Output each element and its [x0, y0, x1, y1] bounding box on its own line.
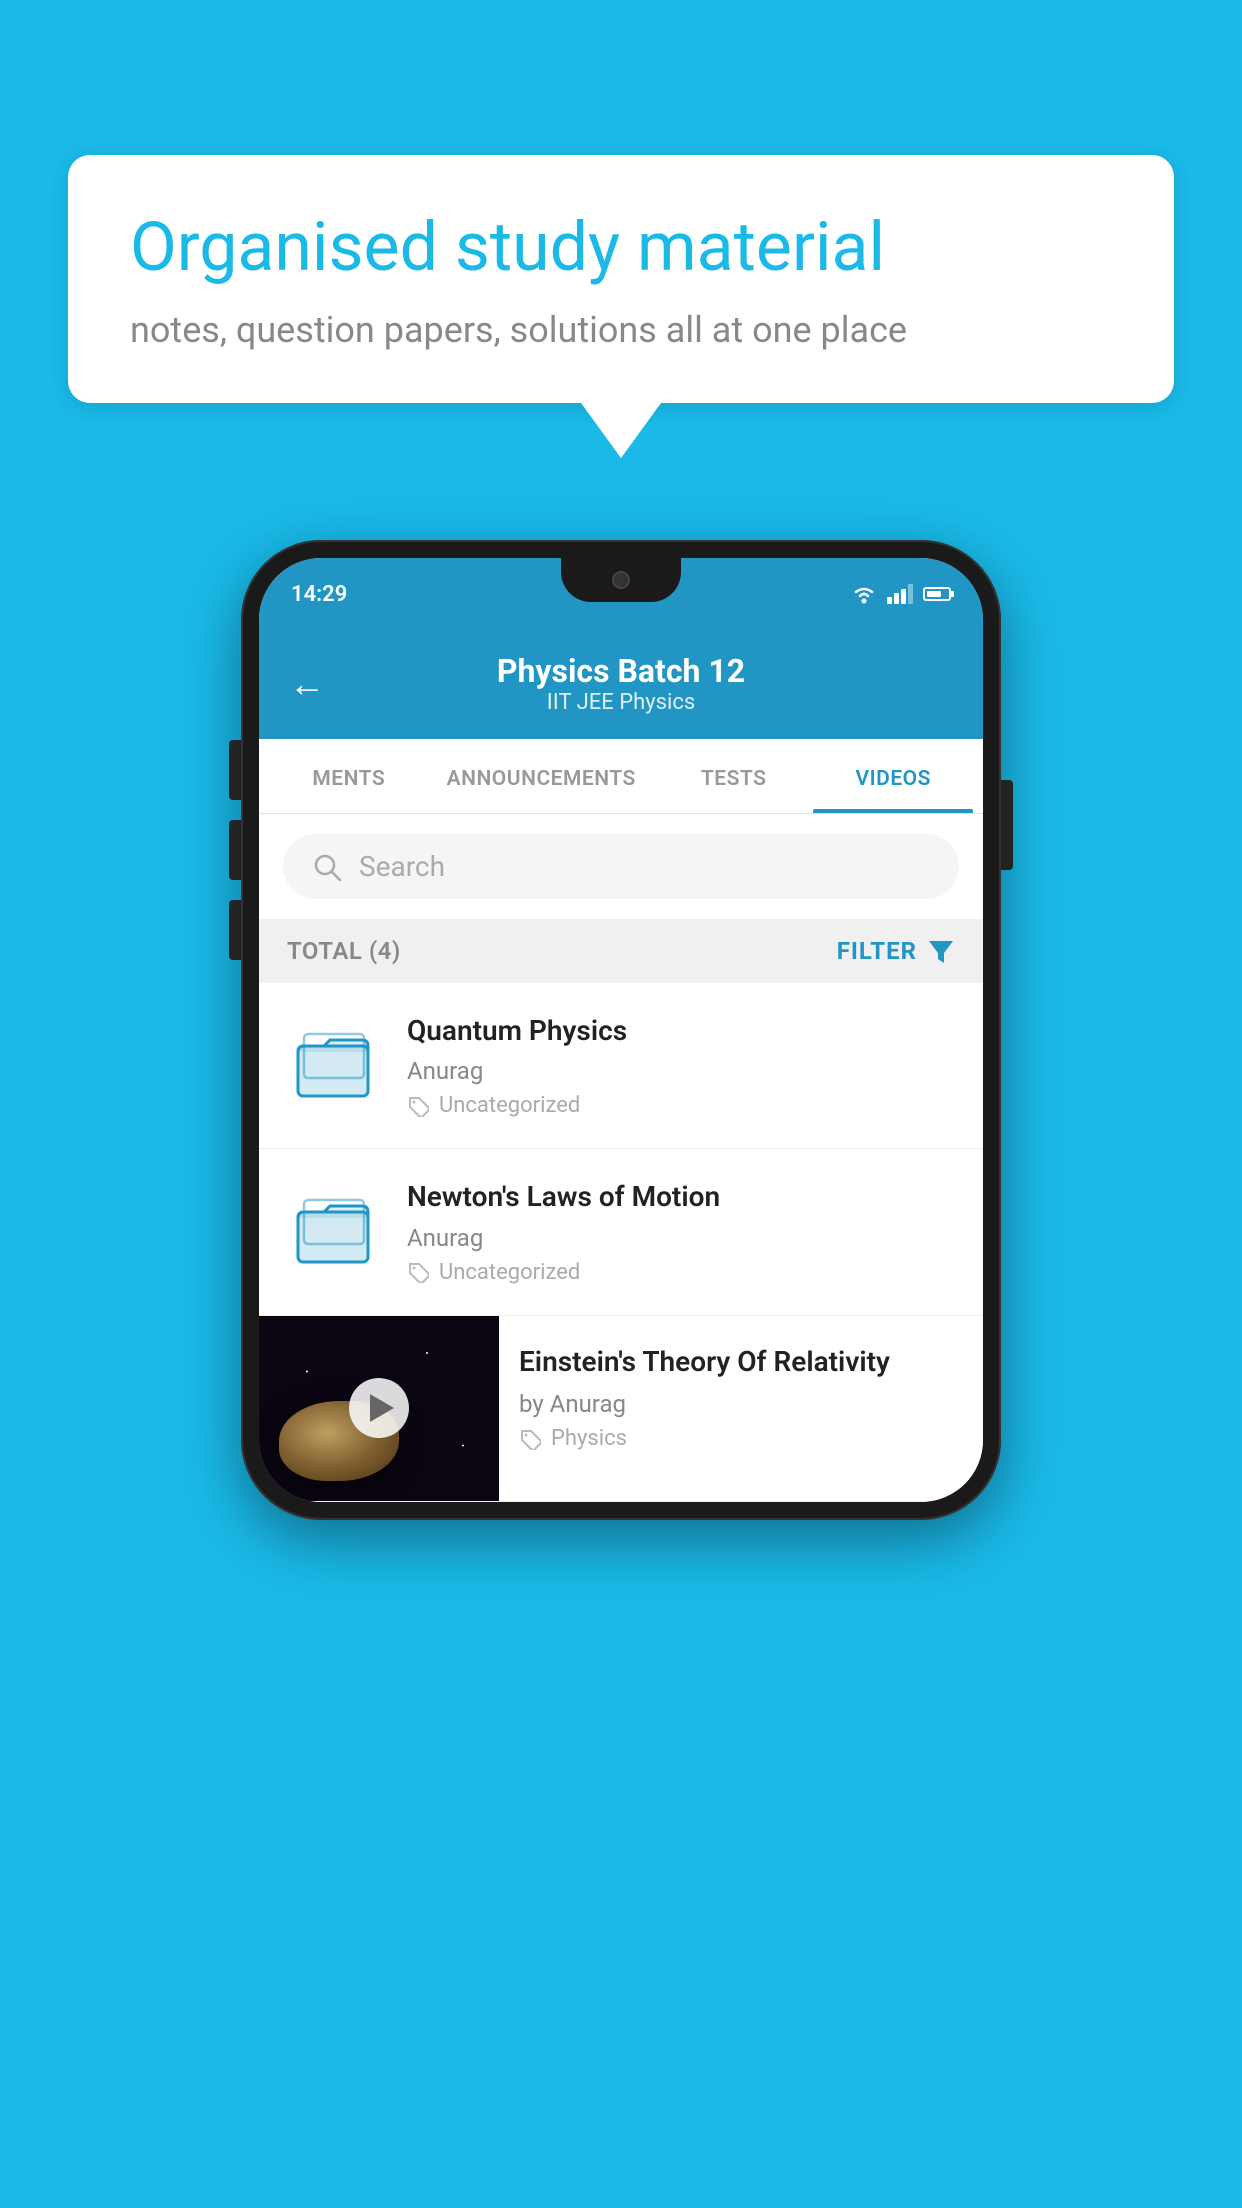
filter-label: FILTER	[837, 937, 917, 965]
tag-label: Uncategorized	[439, 1260, 580, 1285]
filter-button[interactable]: FILTER	[837, 937, 955, 965]
search-container: Search	[259, 814, 983, 919]
status-bar: 14:29	[259, 558, 983, 630]
tab-announcements[interactable]: ANNOUNCEMENTS	[429, 739, 654, 813]
video-info: Quantum Physics Anurag Uncategorized	[407, 1013, 959, 1118]
tab-tests[interactable]: TESTS	[654, 739, 814, 813]
search-icon	[311, 851, 343, 883]
tab-ments[interactable]: MENTS	[269, 739, 429, 813]
video-author: Anurag	[407, 1057, 959, 1085]
tag-icon	[407, 1261, 429, 1283]
tag-icon	[407, 1095, 429, 1117]
header-title: Physics Batch 12	[345, 652, 897, 690]
header-subtitle: IIT JEE Physics	[345, 690, 897, 715]
tag-label: Physics	[551, 1426, 627, 1451]
video-tag: Uncategorized	[407, 1260, 959, 1285]
speech-bubble-arrow	[581, 403, 661, 458]
filter-funnel-icon	[927, 937, 955, 965]
tabs-bar: MENTS ANNOUNCEMENTS TESTS VIDEOS	[259, 739, 983, 814]
speech-bubble-container: Organised study material notes, question…	[68, 155, 1174, 458]
back-button[interactable]: ←	[289, 663, 325, 705]
video-title: Newton's Laws of Motion	[407, 1179, 959, 1215]
search-placeholder: Search	[359, 850, 445, 883]
video-info: Einstein's Theory Of Relativity by Anura…	[499, 1316, 983, 1479]
play-icon	[370, 1394, 394, 1422]
wifi-icon	[851, 584, 877, 604]
tag-icon	[519, 1428, 541, 1450]
folder-icon-container	[283, 1179, 383, 1279]
phone-outer: 14:29	[241, 540, 1001, 1520]
folder-icon	[294, 1190, 372, 1268]
tab-videos[interactable]: VIDEOS	[813, 739, 973, 813]
status-time: 14:29	[291, 582, 347, 607]
video-author: Anurag	[407, 1224, 959, 1252]
list-item[interactable]: Quantum Physics Anurag Uncategorized	[259, 983, 983, 1149]
tag-label: Uncategorized	[439, 1093, 580, 1118]
app-header: ← Physics Batch 12 IIT JEE Physics	[259, 630, 983, 739]
header-title-block: Physics Batch 12 IIT JEE Physics	[345, 652, 897, 715]
notch-cutout	[561, 558, 681, 602]
filter-row: TOTAL (4) FILTER	[259, 919, 983, 983]
video-info: Newton's Laws of Motion Anurag Uncategor…	[407, 1179, 959, 1284]
search-bar[interactable]: Search	[283, 834, 959, 899]
play-button[interactable]	[349, 1378, 409, 1438]
signal-bars-icon	[887, 584, 913, 604]
video-thumbnail	[259, 1316, 499, 1501]
total-label: TOTAL (4)	[287, 937, 401, 965]
list-item[interactable]: Einstein's Theory Of Relativity by Anura…	[259, 1316, 983, 1502]
speech-bubble: Organised study material notes, question…	[68, 155, 1174, 403]
folder-icon-container	[283, 1013, 383, 1113]
battery-icon	[923, 587, 951, 601]
phone-wrapper: 14:29	[241, 540, 1001, 1520]
video-title: Quantum Physics	[407, 1013, 959, 1049]
video-list: Quantum Physics Anurag Uncategorized	[259, 983, 983, 1502]
speech-bubble-title: Organised study material	[130, 207, 1112, 289]
camera-dot	[612, 571, 630, 589]
folder-icon	[294, 1024, 372, 1102]
phone-screen: 14:29	[259, 558, 983, 1502]
video-title: Einstein's Theory Of Relativity	[519, 1344, 963, 1380]
video-author: by Anurag	[519, 1390, 963, 1418]
video-tag: Physics	[519, 1426, 963, 1451]
list-item[interactable]: Newton's Laws of Motion Anurag Uncategor…	[259, 1149, 983, 1315]
video-tag: Uncategorized	[407, 1093, 959, 1118]
speech-bubble-subtitle: notes, question papers, solutions all at…	[130, 309, 1112, 351]
status-icons	[851, 584, 951, 604]
